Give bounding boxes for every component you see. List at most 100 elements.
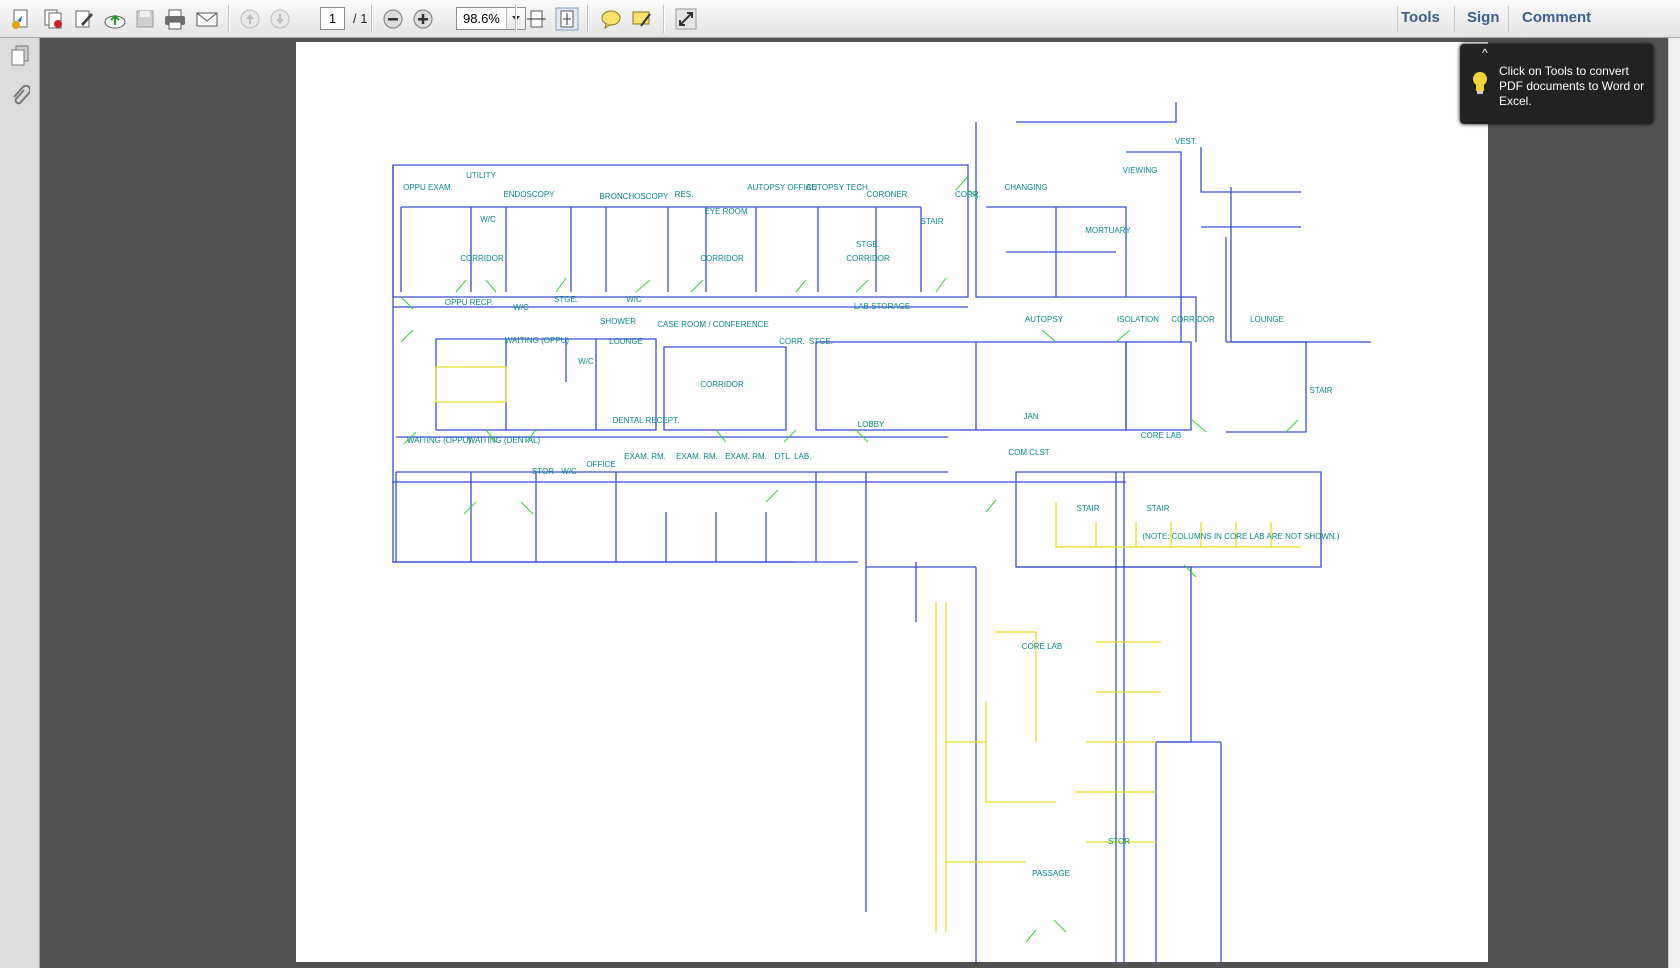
- room-label: STGE.: [856, 240, 880, 249]
- combine-pdf-icon[interactable]: [39, 5, 67, 33]
- room-label: CHANGING: [1004, 183, 1047, 192]
- toolbar-separator: [587, 5, 589, 33]
- highlight-text-icon[interactable]: [628, 5, 656, 33]
- room-label: DENTAL RECEPT.: [613, 416, 680, 425]
- room-label: CORRIDOR: [700, 254, 744, 263]
- room-label: W/C: [626, 295, 642, 304]
- room-label: DTL. LAB.: [775, 452, 812, 461]
- fit-page-icon[interactable]: [553, 5, 581, 33]
- room-label: EXAM. RM.: [725, 452, 767, 461]
- navigation-pane: [0, 38, 40, 968]
- room-label: CORRIDOR: [460, 254, 504, 263]
- room-label: LOUNGE: [1250, 315, 1284, 324]
- room-label: OPPU EXAM.: [403, 183, 453, 192]
- expand-view-icon[interactable]: [672, 5, 700, 33]
- toolbar-separator: [1397, 6, 1398, 32]
- room-label: W/C: [513, 303, 529, 312]
- pdf-page: OPPU EXAM. UTILITY W/C ENDOSCOPY BRONCHOSCOP…: [296, 42, 1488, 962]
- room-label: OFFICE: [586, 460, 615, 469]
- vertical-scrollbar[interactable]: [1668, 38, 1680, 968]
- main-toolbar: 1 / 1 98.6% Tools Sign Comment: [0, 0, 1680, 38]
- email-icon[interactable]: [193, 5, 221, 33]
- lightbulb-icon: [1471, 70, 1489, 101]
- room-label: BRONCHOSCOPY: [600, 192, 670, 201]
- room-label: JAN: [1023, 412, 1038, 421]
- floor-plan-drawing: OPPU EXAM. UTILITY W/C ENDOSCOPY BRONCHOSCOP…: [392, 102, 1371, 962]
- collapse-caret-icon[interactable]: ^: [1482, 46, 1488, 60]
- toolbar-separator: [1454, 6, 1455, 32]
- print-icon[interactable]: [161, 5, 189, 33]
- room-label: CORRIDOR: [700, 380, 744, 389]
- comment-link[interactable]: Comment: [1522, 9, 1591, 26]
- room-label: CORE LAB: [1141, 431, 1181, 440]
- room-label: PASSAGE: [1032, 869, 1070, 878]
- toolbar-separator: [228, 5, 230, 33]
- page-number-input[interactable]: 1: [320, 7, 345, 30]
- plan-labels: OPPU EXAM. UTILITY W/C ENDOSCOPY BRONCHOSCOP…: [403, 137, 1340, 878]
- room-label: OPPU RECP.: [445, 298, 493, 307]
- room-label: CORONER: [867, 190, 908, 199]
- upload-cloud-icon[interactable]: [101, 5, 129, 33]
- zoom-level-value: 98.6%: [463, 11, 500, 26]
- room-label: AUTOPSY TECH.: [806, 183, 870, 192]
- room-label: STGE.: [554, 295, 578, 304]
- room-label: LOBBY: [858, 420, 885, 429]
- room-label: STOR: [532, 467, 554, 476]
- room-label: ENDOSCOPY: [503, 190, 555, 199]
- room-label: LOUNGE: [609, 337, 643, 346]
- room-label: AUTOPSY: [1025, 315, 1064, 324]
- room-label: STAIR: [1310, 386, 1333, 395]
- room-label: WAITING (DENTAL): [468, 436, 541, 445]
- room-label: WAITING (OPPU): [505, 336, 569, 345]
- room-label: STGE.: [809, 337, 833, 346]
- room-label: CORR.: [955, 190, 981, 199]
- tools-tooltip: ^ Click on Tools to convert PDF document…: [1460, 44, 1653, 124]
- room-label: CORR.: [779, 337, 805, 346]
- document-viewport[interactable]: OPPU EXAM. UTILITY W/C ENDOSCOPY BRONCHOSCOP…: [40, 38, 1668, 968]
- room-label: RES.: [675, 190, 694, 199]
- room-label: STOR: [1108, 837, 1130, 846]
- zoom-out-icon[interactable]: [379, 5, 407, 33]
- room-label: CORRIDOR: [846, 254, 890, 263]
- room-label: STAIR: [1077, 504, 1100, 513]
- save-icon[interactable]: [131, 5, 159, 33]
- page-total-label: / 1: [353, 11, 368, 26]
- page-thumbnails-icon[interactable]: [7, 43, 33, 69]
- attachments-icon[interactable]: [7, 83, 33, 109]
- room-label: W/C: [578, 357, 594, 366]
- room-label: LAB.STORAGE: [854, 302, 910, 311]
- room-label: W/C: [480, 215, 496, 224]
- tooltip-text: Click on Tools to convert PDF documents …: [1499, 64, 1645, 108]
- room-label: VIEWING: [1123, 166, 1158, 175]
- sign-link[interactable]: Sign: [1467, 9, 1500, 26]
- toolbar-separator: [371, 5, 373, 33]
- room-label: UTILITY: [466, 171, 496, 180]
- toolbar-separator: [1508, 6, 1509, 32]
- room-label: STAIR: [1147, 504, 1170, 513]
- room-label: EYE ROOM: [704, 207, 747, 216]
- room-label: EXAM. RM.: [676, 452, 718, 461]
- previous-page-icon[interactable]: [236, 5, 264, 33]
- room-label: WAITING (OPPU): [407, 436, 471, 445]
- zoom-in-icon[interactable]: [409, 5, 437, 33]
- next-page-icon[interactable]: [266, 5, 294, 33]
- room-label: CORRIDOR: [1171, 315, 1215, 324]
- room-label: VEST.: [1175, 137, 1197, 146]
- room-label: W/C: [561, 467, 577, 476]
- room-label: COM CLST: [1008, 448, 1049, 457]
- room-label: STAIR: [921, 217, 944, 226]
- room-label: ISOLATION: [1117, 315, 1159, 324]
- sticky-note-icon[interactable]: [597, 5, 625, 33]
- toolbar-separator: [515, 5, 517, 33]
- tools-link[interactable]: Tools: [1401, 9, 1440, 26]
- room-label: EXAM. RM.: [624, 452, 666, 461]
- room-label: CORE LAB: [1022, 642, 1062, 651]
- edit-document-icon[interactable]: [70, 5, 98, 33]
- plan-fixtures: [435, 366, 1301, 932]
- room-label: MORTUARY: [1085, 226, 1131, 235]
- room-label: SHOWER: [600, 317, 636, 326]
- fit-width-icon[interactable]: [522, 5, 550, 33]
- toolbar-separator: [663, 5, 665, 33]
- create-pdf-icon[interactable]: [7, 5, 35, 33]
- room-label: (NOTE: COLUMNS IN CORE LAB ARE NOT SHOWN…: [1142, 532, 1340, 541]
